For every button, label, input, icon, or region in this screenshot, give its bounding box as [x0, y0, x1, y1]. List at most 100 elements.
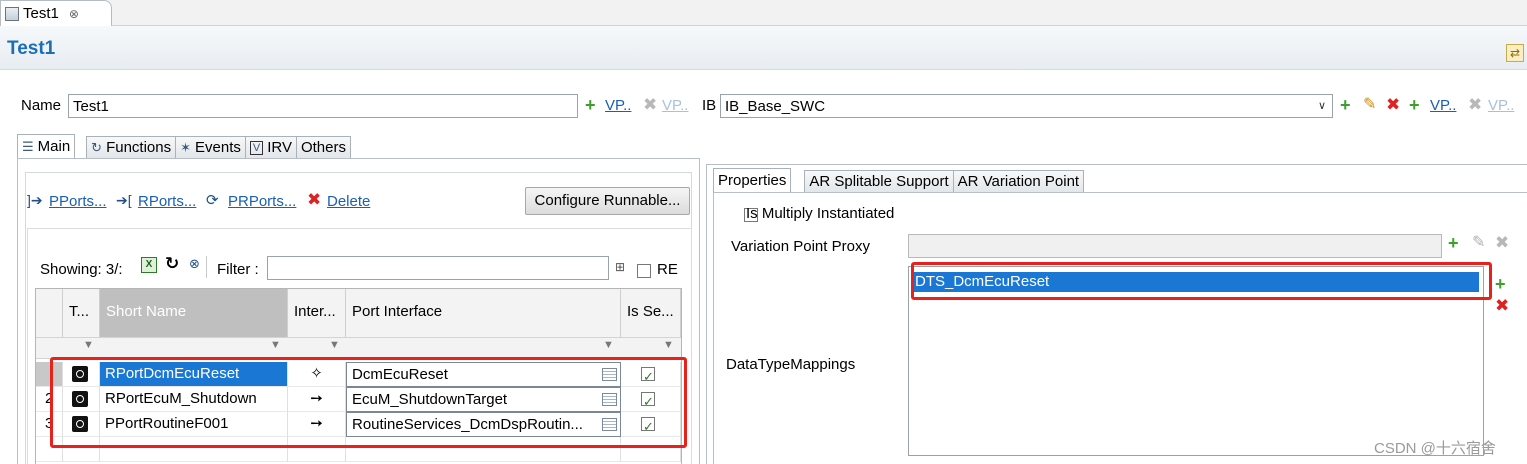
column-header-is-service[interactable]: Is Se...: [621, 289, 681, 337]
tab-ar-variation-point[interactable]: AR Variation Point: [952, 170, 1085, 192]
configure-runnable-button[interactable]: Configure Runnable...: [525, 187, 690, 215]
main-tab-strip: ☰ Main ↻ Functions ✶ Events V IRV Others: [17, 134, 351, 158]
browse-list-icon[interactable]: [602, 368, 617, 381]
editor-tab-test1[interactable]: Test1 ⊗: [0, 0, 112, 26]
form-header: [0, 26, 1527, 70]
filter-options-icon[interactable]: ⊞: [615, 260, 625, 274]
interface-kind-cell: ➙: [288, 387, 346, 412]
ports-table: T... Short Name Inter... Port Interface …: [35, 288, 682, 464]
tab-functions[interactable]: ↻ Functions: [86, 136, 177, 158]
events-tab-icon: ✶: [180, 140, 192, 155]
filter-input[interactable]: [267, 256, 609, 280]
interface-kind-filter-icon[interactable]: ▼: [329, 339, 340, 351]
ib-vp-link-disabled: VP..: [1488, 97, 1515, 114]
tab-ar-splitable-support[interactable]: AR Splitable Support: [804, 170, 954, 192]
name-input[interactable]: Test1: [68, 94, 578, 118]
pport-icon: [72, 416, 88, 433]
chevron-down-icon[interactable]: ∨: [1312, 95, 1332, 117]
tab-irv-label: IRV: [267, 139, 292, 156]
clear-filter-icon[interactable]: ⊗: [189, 256, 200, 272]
rports-link[interactable]: RPorts...: [138, 193, 196, 210]
add-mapping-icon[interactable]: +: [1495, 275, 1506, 293]
close-icon[interactable]: ⊗: [69, 7, 79, 21]
port-interface-cell[interactable]: RoutineServices_DcmDspRoutin...: [346, 412, 621, 437]
tab-properties[interactable]: Properties: [713, 168, 792, 192]
name-label: Name: [21, 97, 62, 114]
delete-link[interactable]: Delete: [327, 193, 370, 210]
short-name-cell[interactable]: PPortRoutineF001: [100, 412, 288, 437]
add-proxy-icon[interactable]: +: [1448, 234, 1459, 252]
is-service-cell[interactable]: [621, 412, 681, 437]
empty-cell: [100, 437, 288, 462]
is-service-cell[interactable]: [621, 362, 681, 387]
delete-icon[interactable]: ✖: [307, 191, 321, 209]
interface-kind-cell: ➙: [288, 412, 346, 437]
row-number-header: [36, 289, 63, 337]
port-type-cell: [63, 412, 100, 437]
tab-main-label: Main: [37, 138, 71, 155]
row-number: 3: [36, 412, 63, 437]
empty-cell: [346, 437, 621, 462]
vp-link-disabled: VP..: [662, 97, 689, 114]
ib-combo[interactable]: IB_Base_SWC ∨: [720, 94, 1333, 118]
browse-list-icon[interactable]: [602, 418, 617, 431]
column-header-port-interface[interactable]: Port Interface: [346, 289, 621, 337]
tab-events-label: Events: [195, 139, 241, 156]
type-filter-icon[interactable]: ▼: [83, 339, 94, 351]
datatype-mapping-item[interactable]: DTS_DcmEcuReset: [913, 272, 1479, 292]
short-name-filter-icon[interactable]: ▼: [270, 339, 281, 351]
port-type-cell: [63, 387, 100, 412]
empty-cell: [621, 437, 681, 462]
tab-others[interactable]: Others: [295, 136, 351, 158]
empty-cell: [36, 437, 63, 462]
delete-ib-icon[interactable]: ✖: [1386, 96, 1400, 114]
variation-point-proxy-input[interactable]: [908, 234, 1442, 258]
refresh-icon[interactable]: ↻: [165, 254, 179, 274]
port-interface-cell[interactable]: EcuM_ShutdownTarget: [346, 387, 621, 412]
remove-vp-icon: ✖: [643, 95, 658, 114]
prports-link[interactable]: PRPorts...: [228, 193, 296, 210]
interface-kind-cell: ✧: [288, 362, 346, 387]
pports-link[interactable]: PPorts...: [49, 193, 107, 210]
column-header-short-name[interactable]: Short Name: [100, 289, 288, 337]
sync-icon[interactable]: ⇄: [1506, 44, 1524, 62]
rport-icon: [72, 366, 88, 383]
watermark: CSDN @十六宿舍: [1374, 440, 1496, 457]
pports-icon: ]➔: [27, 192, 43, 208]
is-service-checkbox[interactable]: [641, 415, 655, 436]
column-header-interface-kind[interactable]: Inter...: [288, 289, 346, 337]
regex-checkbox[interactable]: [637, 264, 651, 279]
add-vp-icon[interactable]: +: [585, 96, 596, 114]
browse-list-icon[interactable]: [602, 393, 617, 406]
editor-tab-bar: [0, 0, 1527, 26]
prports-icon: ⟳: [206, 192, 219, 209]
properties-tab-strip: Properties AR Splitable Support AR Varia…: [713, 168, 1085, 192]
is-service-checkbox[interactable]: [641, 365, 655, 386]
column-header-type[interactable]: T...: [63, 289, 100, 337]
remove-ib-vp-icon: ✖: [1468, 95, 1483, 114]
irv-tab-icon: V: [249, 140, 264, 155]
vp-link[interactable]: VP..: [605, 97, 631, 114]
is-service-cell[interactable]: [621, 387, 681, 412]
datatype-mappings-label: DataTypeMappings: [726, 356, 856, 373]
main-tab-icon: ☰: [22, 139, 34, 154]
tab-irv[interactable]: V IRV: [244, 136, 297, 158]
is-service-checkbox[interactable]: [641, 390, 655, 411]
delete-mapping-icon[interactable]: ✖: [1495, 297, 1509, 315]
short-name-cell[interactable]: RPortEcuM_Shutdown: [100, 387, 288, 412]
add-ib-icon[interactable]: +: [1340, 96, 1351, 114]
regex-label: RE: [657, 261, 678, 278]
add-ib-vp-icon[interactable]: +: [1409, 96, 1420, 114]
tab-events[interactable]: ✶ Events: [175, 136, 246, 158]
port-interface-value: DcmEcuReset: [352, 366, 448, 383]
datatype-mappings-list[interactable]: DTS_DcmEcuReset: [908, 266, 1484, 456]
edit-ib-icon[interactable]: ✎: [1363, 96, 1376, 114]
export-excel-icon[interactable]: X: [141, 257, 157, 273]
tab-main[interactable]: ☰ Main: [17, 134, 76, 158]
port-interface-filter-icon[interactable]: ▼: [603, 339, 614, 351]
port-interface-value: RoutineServices_DcmDspRoutin...: [352, 416, 583, 433]
short-name-cell[interactable]: RPortDcmEcuReset: [100, 362, 288, 387]
is-service-filter-icon[interactable]: ▼: [663, 339, 674, 351]
port-interface-cell[interactable]: DcmEcuReset: [346, 362, 621, 387]
ib-vp-link[interactable]: VP..: [1430, 97, 1456, 114]
